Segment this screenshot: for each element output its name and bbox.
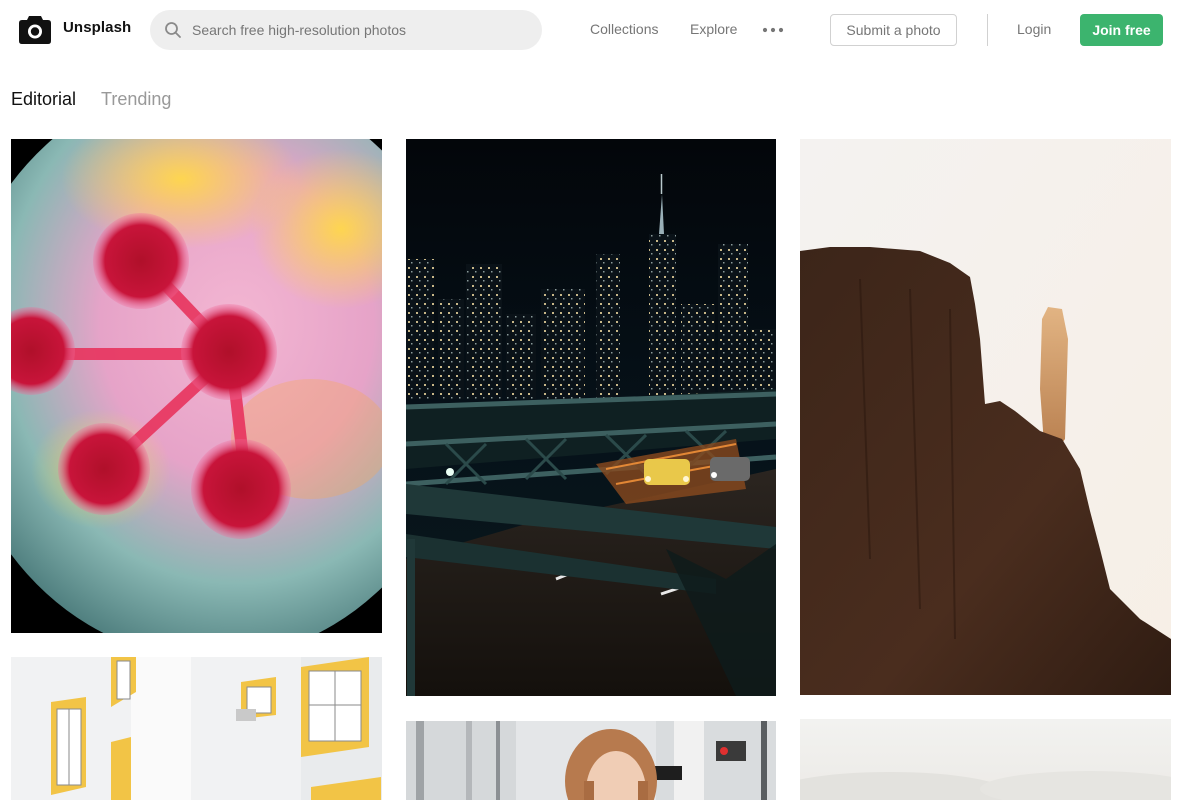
- photo-street-woman[interactable]: [406, 721, 776, 800]
- photo-white-building[interactable]: [11, 657, 382, 800]
- login-link[interactable]: Login: [1017, 21, 1051, 37]
- photo-city-bridge-night[interactable]: [406, 139, 776, 696]
- photo-pink-flower[interactable]: [11, 139, 382, 633]
- tab-editorial[interactable]: Editorial: [11, 89, 76, 110]
- nav-explore-link[interactable]: Explore: [690, 21, 737, 37]
- photo-desert-butte[interactable]: [800, 139, 1171, 695]
- search-icon[interactable]: [164, 21, 182, 39]
- submit-photo-button[interactable]: Submit a photo: [830, 14, 957, 46]
- top-navigation-bar: Unsplash Collections Explore Submit a ph…: [0, 0, 1181, 62]
- join-free-button[interactable]: Join free: [1080, 14, 1163, 46]
- nav-collections-link[interactable]: Collections: [590, 21, 658, 37]
- search-input[interactable]: [192, 10, 532, 50]
- tab-trending[interactable]: Trending: [101, 89, 171, 110]
- more-horizontal-icon[interactable]: [762, 20, 784, 40]
- header-divider: [987, 14, 988, 46]
- brand-name[interactable]: Unsplash: [63, 19, 131, 36]
- camera-icon[interactable]: [18, 13, 52, 45]
- search-bar[interactable]: [150, 10, 542, 50]
- photo-misty[interactable]: [800, 719, 1171, 800]
